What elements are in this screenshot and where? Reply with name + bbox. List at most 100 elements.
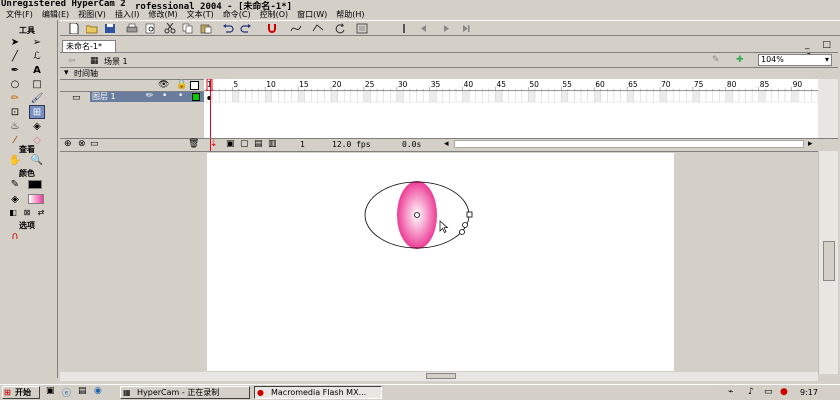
menu-control[interactable]: 控制(O) (258, 9, 296, 20)
paint-bucket-tool-icon[interactable]: ◈ (30, 120, 44, 132)
gradient-size-handle[interactable] (462, 222, 468, 228)
quicklaunch-ie-icon[interactable]: ⓔ (62, 386, 71, 399)
scale-icon[interactable] (356, 23, 368, 34)
subselect-tool-icon[interactable]: ➢ (30, 36, 44, 48)
print-preview-icon[interactable] (144, 23, 156, 34)
open-folder-icon[interactable] (86, 23, 98, 34)
rotate-icon[interactable] (334, 23, 346, 34)
stroke-color-icon[interactable]: ✎ (8, 178, 22, 190)
eye-icon[interactable]: 👁 (158, 80, 169, 90)
onion-skin-icon[interactable]: ▣ (226, 139, 235, 149)
undo-icon[interactable] (222, 23, 234, 34)
tray-flash-icon[interactable]: ● (780, 387, 788, 397)
quicklaunch-desktop-icon[interactable]: ▣ (46, 386, 55, 396)
magnet-icon[interactable] (266, 23, 278, 34)
black-white-icon[interactable]: ◧ (6, 206, 20, 218)
layer-outline-color[interactable] (192, 93, 200, 101)
align-icon[interactable] (398, 23, 410, 34)
print-icon[interactable] (126, 23, 138, 34)
vertical-scrollbar[interactable] (818, 151, 838, 374)
menu-text[interactable]: 文本(T) (185, 9, 221, 20)
menu-edit[interactable]: 编辑(E) (40, 9, 76, 20)
pencil-tool-icon[interactable]: ✏ (8, 92, 22, 104)
lasso-tool-icon[interactable]: ℒ (30, 50, 44, 62)
timeline-hscroll[interactable] (454, 140, 804, 148)
redo-icon[interactable] (240, 23, 252, 34)
horizontal-scrollbar[interactable] (60, 372, 818, 381)
line-tool-icon[interactable]: ╱ (8, 50, 22, 62)
lock-icon[interactable]: 🔒 (176, 80, 187, 90)
edit-scene-icon[interactable]: ✎ (712, 55, 720, 65)
quicklaunch-explorer-icon[interactable]: ▤ (78, 386, 87, 396)
add-layer-icon[interactable]: ⊕ (64, 139, 72, 149)
hand-tool-icon[interactable]: ✋ (8, 154, 22, 166)
tray-volume-icon[interactable]: ♪ (748, 387, 754, 397)
paste-icon[interactable] (200, 23, 212, 34)
menu-view[interactable]: 视图(V) (76, 9, 113, 20)
fill-color-swatch[interactable] (28, 194, 44, 204)
horizontal-scroll-thumb[interactable] (426, 373, 456, 379)
gradient-rotate-handle[interactable] (459, 229, 465, 235)
rectangle-tool-icon[interactable]: □ (30, 78, 44, 90)
task-flash[interactable]: ● Macromedia Flash MX... (254, 386, 382, 399)
no-color-icon[interactable]: ⊠ (20, 206, 34, 218)
pen-tool-icon[interactable]: ✒ (8, 64, 22, 76)
menu-window[interactable]: 窗口(W) (295, 9, 334, 20)
outline-icon[interactable] (190, 81, 199, 90)
trash-icon[interactable]: 🗑 (188, 139, 199, 149)
new-file-icon[interactable] (68, 23, 80, 34)
menu-help[interactable]: 帮助(H) (334, 9, 371, 20)
frames-row[interactable] (204, 90, 819, 103)
onion-outline-icon[interactable]: ▢ (240, 139, 249, 149)
text-tool-icon[interactable]: A (30, 64, 44, 76)
edit-symbols-icon[interactable]: ✚ (736, 55, 744, 65)
play-back-icon[interactable] (418, 23, 430, 34)
timeline-header[interactable]: ▾ 时间轴 (60, 68, 838, 79)
add-guide-icon[interactable]: ⊗ (78, 139, 86, 149)
center-frame-icon[interactable]: ⇣ (210, 139, 218, 149)
free-transform-tool-icon[interactable]: ⊡ (8, 106, 22, 118)
menu-file[interactable]: 文件(F) (4, 9, 40, 20)
arrow-tool-icon[interactable]: ➤ (8, 36, 22, 48)
edit-multiple-icon[interactable]: ▤ (254, 139, 263, 149)
back-arrow-icon[interactable]: ⇦ (68, 56, 76, 66)
save-icon[interactable] (104, 23, 116, 34)
gradient-width-handle[interactable] (466, 211, 473, 218)
layer-row-selected[interactable]: 图层 1 ✏ • • (90, 91, 204, 102)
scroll-right-icon[interactable]: ▸ (808, 139, 813, 149)
fill-transform-tool-icon[interactable]: ⊞ (29, 105, 45, 119)
vertical-scroll-thumb[interactable] (823, 241, 835, 281)
timeline-scrollbar[interactable] (818, 79, 838, 138)
oval-tool-icon[interactable]: ○ (8, 78, 22, 90)
menu-insert[interactable]: 插入(I) (113, 9, 147, 20)
task-hypercam[interactable]: ▦ HyperCam - 正在录制 (120, 386, 250, 399)
collapse-arrow-icon[interactable]: ▾ (64, 68, 69, 78)
menu-modify[interactable]: 修改(M) (146, 9, 184, 20)
start-button[interactable]: ⊞ 开始 (2, 386, 40, 399)
cut-icon[interactable] (164, 23, 176, 34)
add-folder-icon[interactable]: ▭ (90, 139, 99, 149)
gradient-center-handle[interactable] (414, 212, 420, 218)
smooth-icon[interactable] (290, 23, 302, 34)
stroke-color-swatch[interactable] (28, 180, 42, 189)
stage[interactable] (207, 153, 674, 371)
brush-tool-icon[interactable]: 🖌 (30, 92, 44, 104)
copy-icon[interactable] (182, 23, 194, 34)
onion-markers-icon[interactable]: ▥ (268, 139, 277, 149)
ink-bottle-tool-icon[interactable]: ♨ (8, 120, 22, 132)
quicklaunch-media-icon[interactable]: ◉ (94, 386, 102, 396)
zoom-select[interactable]: 104% ▾ (758, 54, 832, 66)
lock-dot-icon[interactable]: • (178, 91, 183, 101)
frame-ruler[interactable]: 151015202530354045505560657075808590 (204, 78, 818, 92)
fill-color-icon[interactable]: ◈ (8, 193, 22, 205)
straighten-icon[interactable] (312, 23, 324, 34)
step-forward-icon[interactable] (460, 23, 472, 34)
tray-app-icon[interactable]: ▭ (764, 387, 773, 397)
document-tab[interactable]: 未命名-1* (62, 40, 116, 52)
zoom-tool-icon[interactable]: 🔍 (30, 154, 44, 166)
scroll-left-icon[interactable]: ◂ (444, 139, 449, 149)
menu-commands[interactable]: 命令(C) (221, 9, 258, 20)
tray-network-icon[interactable]: ⌁ (728, 387, 733, 397)
snap-magnet-icon[interactable]: ∩ (8, 230, 22, 242)
swap-colors-icon[interactable]: ⇄ (34, 206, 48, 218)
